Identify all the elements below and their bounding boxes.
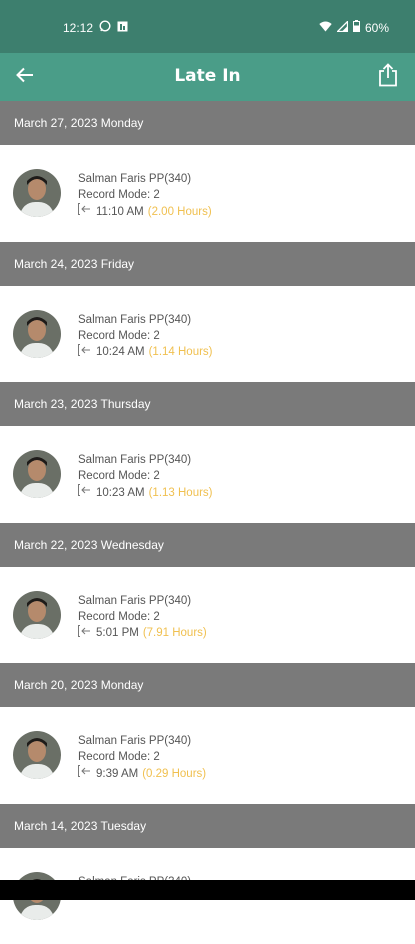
employee-name: Salman Faris PP(340) <box>78 312 213 328</box>
avatar <box>13 731 61 779</box>
date-header: March 27, 2023 Monday <box>0 101 415 145</box>
record-mode: Record Mode: 2 <box>78 609 207 625</box>
entry-info: Salman Faris PP(340) Record Mode: 2 9:39… <box>78 733 206 782</box>
employee-name: Salman Faris PP(340) <box>78 593 207 609</box>
app-bar: Late In <box>0 53 415 101</box>
login-time: 9:39 AM <box>96 766 138 782</box>
share-export-icon <box>378 63 398 92</box>
employee-name: Salman Faris PP(340) <box>78 733 206 749</box>
record-mode: Record Mode: 2 <box>78 328 213 344</box>
avatar <box>13 591 61 639</box>
list-item[interactable]: Salman Faris PP(340) Record Mode: 2 10:2… <box>0 286 415 383</box>
login-time: 11:10 AM <box>96 204 144 220</box>
date-label: March 14, 2023 Tuesday <box>14 819 146 833</box>
record-mode: Record Mode: 2 <box>78 749 206 765</box>
whatsapp-icon <box>99 20 111 35</box>
system-nav-bar <box>0 880 415 900</box>
date-header: March 22, 2023 Wednesday <box>0 523 415 567</box>
login-icon <box>78 625 92 642</box>
avatar <box>13 169 61 217</box>
login-icon <box>78 344 92 361</box>
status-right: 60% <box>319 20 389 35</box>
time-row: 9:39 AM (0.29 Hours) <box>78 765 206 782</box>
avatar <box>13 310 61 358</box>
list-item[interactable]: Salman Faris PP(340) Record Mode: 2 9:39… <box>0 707 415 804</box>
time-row: 5:01 PM (7.91 Hours) <box>78 625 207 642</box>
signal-icon <box>337 21 348 35</box>
date-label: March 20, 2023 Monday <box>14 678 143 692</box>
date-header: March 23, 2023 Thursday <box>0 382 415 426</box>
date-header: March 14, 2023 Tuesday <box>0 804 415 848</box>
entry-info: Salman Faris PP(340) Record Mode: 2 10:2… <box>78 312 213 361</box>
list-item[interactable]: Salman Faris PP(340) Record Mode: 2 5:01… <box>0 567 415 664</box>
date-header: March 20, 2023 Monday <box>0 663 415 707</box>
late-in-list: March 27, 2023 Monday Salman Faris PP(34… <box>0 101 415 944</box>
late-hours: (2.00 Hours) <box>148 204 212 220</box>
late-hours: (0.29 Hours) <box>142 766 206 782</box>
time-row: 10:24 AM (1.14 Hours) <box>78 344 213 361</box>
app-notification-icon <box>117 21 128 35</box>
employee-name: Salman Faris PP(340) <box>78 171 212 187</box>
time-row: 10:23 AM (1.13 Hours) <box>78 484 213 501</box>
date-label: March 22, 2023 Wednesday <box>14 538 164 552</box>
date-label: March 27, 2023 Monday <box>14 116 143 130</box>
status-time: 12:12 <box>63 21 93 35</box>
wifi-icon <box>319 21 332 35</box>
battery-icon <box>353 20 360 35</box>
status-left: 12:12 <box>63 20 128 35</box>
list-item[interactable]: Salman Faris PP(340) Record Mode: 2 10:2… <box>0 426 415 523</box>
login-time: 5:01 PM <box>96 625 139 641</box>
entry-info: Salman Faris PP(340) Record Mode: 2 5:01… <box>78 593 207 642</box>
login-time: 10:24 AM <box>96 344 145 360</box>
date-label: March 23, 2023 Thursday <box>14 397 151 411</box>
login-icon <box>78 203 92 220</box>
list-item[interactable]: Salman Faris PP(340) Record Mode: 2 11:1… <box>0 145 415 242</box>
late-hours: (1.14 Hours) <box>149 344 213 360</box>
date-header: March 24, 2023 Friday <box>0 242 415 286</box>
late-hours: (7.91 Hours) <box>143 625 207 641</box>
status-bar: 12:12 60% <box>0 0 415 53</box>
late-hours: (1.13 Hours) <box>149 485 213 501</box>
record-mode: Record Mode: 2 <box>78 468 213 484</box>
login-time: 10:23 AM <box>96 485 145 501</box>
share-button[interactable] <box>373 62 403 92</box>
page-title: Late In <box>0 66 415 86</box>
login-icon <box>78 765 92 782</box>
battery-level: 60% <box>365 21 389 35</box>
employee-name: Salman Faris PP(340) <box>78 452 213 468</box>
login-icon <box>78 484 92 501</box>
avatar <box>13 450 61 498</box>
entry-info: Salman Faris PP(340) Record Mode: 2 11:1… <box>78 171 212 220</box>
time-row: 11:10 AM (2.00 Hours) <box>78 203 212 220</box>
date-label: March 24, 2023 Friday <box>14 257 134 271</box>
entry-info: Salman Faris PP(340) Record Mode: 2 10:2… <box>78 452 213 501</box>
record-mode: Record Mode: 2 <box>78 187 212 203</box>
